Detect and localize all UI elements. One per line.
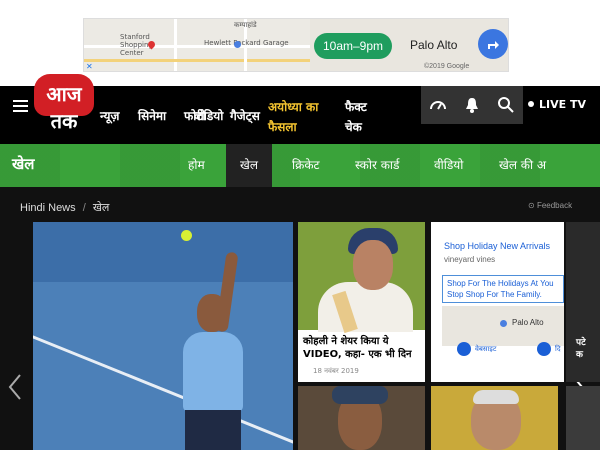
news-card-official[interactable] (431, 386, 558, 450)
ad-close-icon[interactable]: ✕ (86, 62, 93, 71)
ad-body-line1: Shop For The Holidays At You (447, 279, 554, 288)
tab-cricket[interactable]: क्रिकेट (292, 144, 320, 187)
ad-card-brand: vineyard vines (444, 255, 496, 264)
ad-copyright: ©2019 Google (424, 63, 470, 70)
card-date: 18 नवंबर 2019 (313, 367, 359, 375)
tab-home[interactable]: होम (188, 144, 205, 187)
live-tv-label: LIVE TV (539, 98, 586, 111)
tab-video[interactable]: वीडियो (434, 144, 463, 187)
nav-cinema[interactable]: सिनेमा (138, 107, 166, 124)
ad-card-map[interactable]: Palo Alto (442, 306, 564, 346)
nav-news[interactable]: न्यूज़ (100, 107, 119, 124)
card-headline[interactable]: कोहली ने शेयर किया ये VIDEO, कहा- एक भी … (303, 335, 421, 361)
directions-icon[interactable] (478, 29, 508, 59)
live-tv-button[interactable]: LIVE TV (518, 86, 588, 124)
top-ad-banner[interactable]: कम्पाहांडे Stanford Shopping Center Hewl… (83, 18, 509, 72)
ad-place-label: Palo Alto (410, 38, 458, 52)
kohli-image (298, 222, 425, 334)
hero-image-tennis[interactable] (33, 222, 293, 450)
nav-fact-check[interactable]: फैक्ट चेक (345, 97, 385, 137)
ad-hours-badge: 10am–9pm (314, 33, 392, 59)
live-dot-icon (528, 101, 534, 107)
logo-text: आज तक (46, 82, 82, 133)
ad-body-line2: Stop Shop For The Family. (447, 290, 542, 299)
globe-icon[interactable] (457, 342, 471, 356)
edge-card-text: पटे क (576, 338, 586, 360)
breadcrumb-separator: / (82, 202, 86, 214)
news-card-kohli[interactable]: कोहली ने शेयर किया ये VIDEO, कहा- एक भी … (298, 222, 425, 382)
map-pin-icon (500, 320, 507, 327)
page: { "ad_top": { "map_labels": ["कम्पाहांडे… (0, 0, 600, 450)
news-card-cricketer[interactable] (298, 386, 425, 450)
section-title: खेल (12, 155, 35, 173)
map-pin-icon (234, 41, 241, 48)
speedometer-icon[interactable] (421, 86, 455, 124)
carousel-prev-icon[interactable] (6, 372, 26, 402)
ad-card-headline[interactable]: Shop Holiday New Arrivals (444, 241, 550, 251)
nav-ayodhya[interactable]: अयोध्या का फैसला (268, 97, 348, 137)
feedback-label: Feedback (536, 201, 573, 210)
ad-card[interactable]: Shop Holiday New Arrivals vineyard vines… (431, 222, 564, 382)
site-header: आज तक न्यूज़ सिनेमा फोटो वीडियो गैजेट्स … (0, 74, 600, 144)
website-button[interactable]: वेबसाइट (475, 342, 511, 356)
directions-icon[interactable] (537, 342, 551, 356)
map-label-stanford: Stanford Shopping Center (120, 33, 153, 57)
breadcrumb-current: खेल (92, 202, 110, 214)
directions-button[interactable]: दि (555, 342, 561, 356)
feedback-link[interactable]: ⊙ Feedback (528, 201, 572, 210)
breadcrumb-home[interactable]: Hindi News (20, 202, 76, 214)
news-card-partial[interactable]: पटे क (566, 222, 600, 382)
aajtak-logo[interactable]: आज तक (34, 74, 94, 133)
map-label-top: कम्पाहांडे (234, 21, 257, 29)
tab-sports[interactable]: खेल (226, 144, 272, 187)
menu-icon[interactable] (13, 100, 28, 112)
nav-video[interactable]: वीडियो (194, 107, 223, 124)
ad-card-body[interactable]: Shop For The Holidays At You Stop Shop Fo… (442, 275, 564, 303)
nav-gadgets[interactable]: गैजेट्स (230, 107, 260, 124)
breadcrumb: Hindi News / खेल (20, 200, 109, 215)
ad-map[interactable]: कम्पाहांडे Stanford Shopping Center Hewl… (84, 19, 310, 71)
ad-card-map-label: Palo Alto (512, 318, 544, 327)
news-card-partial-bottom[interactable] (566, 386, 600, 450)
map-label-hp: Hewlett Packard Garage (204, 39, 289, 47)
tab-scorecard[interactable]: स्कोर कार्ड (355, 144, 399, 187)
bell-icon[interactable] (455, 86, 489, 124)
section-bar: खेल होम खेल क्रिकेट स्कोर कार्ड वीडियो ख… (0, 144, 600, 187)
tab-more[interactable]: खेल की अ (499, 144, 546, 187)
